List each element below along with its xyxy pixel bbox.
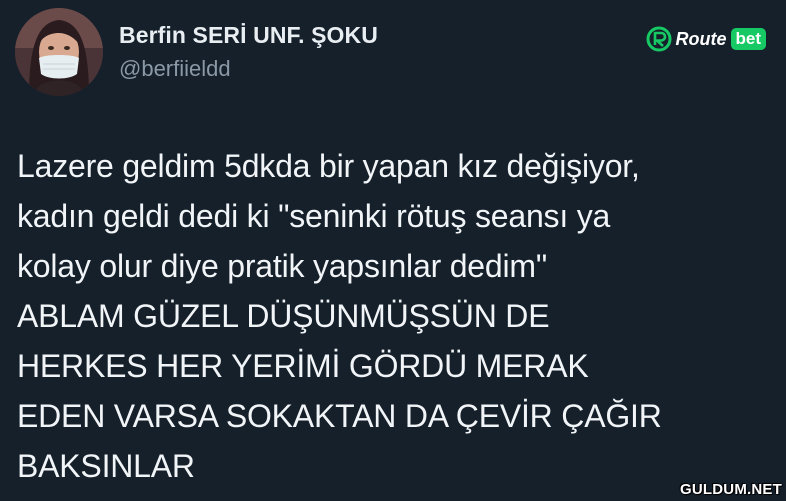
tweet-line: EDEN VARSA SOKAKTAN DA ÇEVİR ÇAĞIR	[17, 398, 662, 434]
tweet-line: kadın geldi dedi ki "seninki rötuş seans…	[17, 198, 611, 234]
brand-route-text: Route	[675, 28, 727, 49]
tweet-line: ABLAM GÜZEL DÜŞÜNMÜŞSÜN DE	[17, 298, 550, 334]
tweet-card: Berfin SERİ UNF. ŞOKU @berfiieldd Route …	[0, 0, 786, 501]
tweet-line: HERKES HER YERİMİ GÖRDÜ MERAK	[17, 348, 589, 384]
tweet-line: kolay olur diye pratik yapsınlar dedim"	[17, 248, 548, 284]
routebet-logo-icon	[646, 26, 671, 52]
author-display-name[interactable]: Berfin SERİ UNF. ŞOKU	[119, 22, 378, 49]
author-handle[interactable]: @berfiieldd	[119, 56, 231, 82]
brand-bet-badge: bet	[730, 28, 766, 50]
tweet-line: BAKSINLAR	[17, 448, 195, 484]
site-watermark: GULDUM.NET	[680, 481, 782, 498]
tweet-text: Lazere geldim 5dkda bir yapan kız değişi…	[17, 141, 777, 491]
avatar-photo	[15, 8, 103, 96]
brand-logo: Route bet	[646, 26, 766, 52]
author-avatar[interactable]	[15, 8, 103, 96]
tweet-line: Lazere geldim 5dkda bir yapan kız değişi…	[17, 148, 640, 184]
